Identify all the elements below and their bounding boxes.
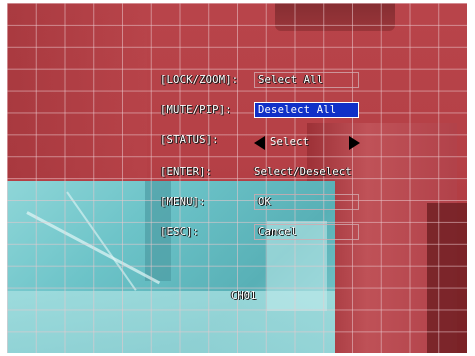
cancel-option[interactable]: Cancel [254, 224, 359, 240]
deselect-all-option[interactable]: Deselect All [254, 102, 359, 118]
key-label-esc: [ESC]: [160, 226, 200, 238]
select-deselect-option[interactable]: Select/Deselect [254, 166, 352, 178]
status-selector[interactable]: Select [254, 136, 360, 151]
status-selector-value: Select [270, 136, 310, 148]
key-label-status: [STATUS]: [160, 134, 219, 146]
key-label-enter: [ENTER]: [160, 166, 213, 178]
channel-label: CH01 [231, 290, 257, 302]
key-label-mute-pip: [MUTE/PIP]: [160, 104, 232, 116]
arrow-right-icon[interactable] [349, 136, 360, 150]
arrow-left-icon[interactable] [254, 136, 265, 150]
select-all-option[interactable]: Select All [254, 72, 359, 88]
key-label-menu: [MENU]: [160, 196, 206, 208]
ok-option[interactable]: OK [254, 194, 359, 210]
key-label-lock-zoom: [LOCK/ZOOM]: [160, 74, 239, 86]
dvr-monitor-screen: [LOCK/ZOOM]: [MUTE/PIP]: [STATUS]: [ENTE… [7, 3, 467, 353]
